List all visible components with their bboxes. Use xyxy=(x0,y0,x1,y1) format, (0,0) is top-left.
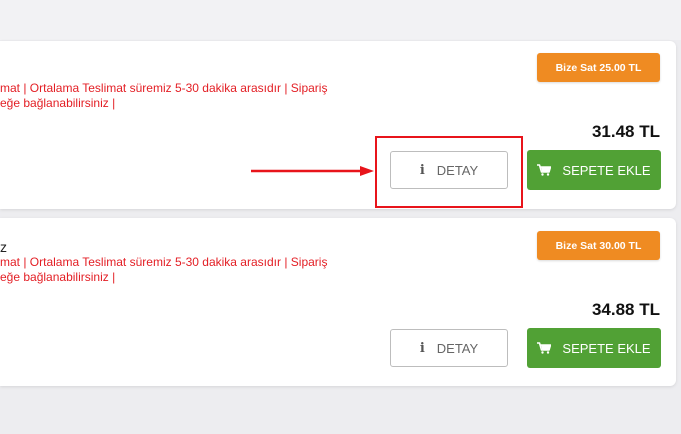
cart-icon xyxy=(537,164,552,176)
top-area xyxy=(0,0,681,40)
add-to-cart-label: SEPETE EKLE xyxy=(562,340,651,356)
detail-button[interactable]: i DETAY xyxy=(390,329,508,367)
detail-button-label: DETAY xyxy=(436,340,479,356)
annotation-highlight-box xyxy=(375,136,523,208)
page: mat | Ortalama Teslimat süremiz 5-30 dak… xyxy=(0,0,681,434)
product-price: 34.88 TL xyxy=(591,300,660,319)
product-delivery-info: mat | Ortalama Teslimat süremiz 5-30 dak… xyxy=(0,81,360,110)
delivery-info-line: eğe bağlanabilirsiniz | xyxy=(0,269,116,284)
delivery-info-line: mat | Ortalama Teslimat süremiz 5-30 dak… xyxy=(0,81,328,95)
add-to-cart-button[interactable]: SEPETE EKLE xyxy=(527,328,661,368)
sell-to-us-button[interactable]: Bize Sat 30.00 TL xyxy=(537,231,660,260)
sell-to-us-button[interactable]: Bize Sat 25.00 TL xyxy=(537,53,660,82)
add-to-cart-button[interactable]: SEPETE EKLE xyxy=(527,150,661,190)
cart-icon xyxy=(537,342,552,354)
delivery-info-line: mat | Ortalama Teslimat süremiz 5-30 dak… xyxy=(0,255,328,269)
info-icon: i xyxy=(419,340,425,356)
product-delivery-info: mat | Ortalama Teslimat süremiz 5-30 dak… xyxy=(0,255,360,284)
delivery-info-line: eğe bağlanabilirsiniz | xyxy=(0,95,116,110)
annotation-arrow xyxy=(251,166,374,176)
add-to-cart-label: SEPETE EKLE xyxy=(562,162,651,178)
product-title[interactable]: z xyxy=(0,239,7,255)
product-card: z mat | Ortalama Teslimat süremiz 5-30 d… xyxy=(0,218,676,386)
product-card: mat | Ortalama Teslimat süremiz 5-30 dak… xyxy=(0,41,676,209)
product-price: 31.48 TL xyxy=(591,122,660,141)
